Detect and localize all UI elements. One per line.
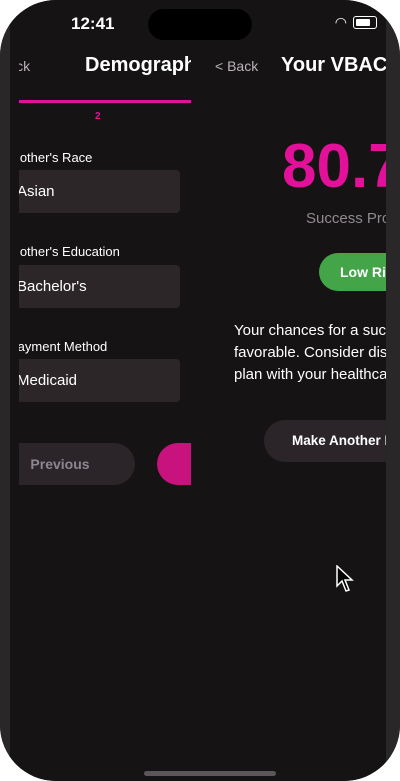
- status-icons: ◠: [335, 14, 377, 31]
- status-bar: 12:41 ◠: [9, 0, 391, 46]
- home-indicator[interactable]: [144, 771, 276, 776]
- risk-badge: Low Risk: [319, 253, 391, 291]
- race-label: Mother's Race: [19, 150, 93, 165]
- bezel-right: [386, 0, 400, 781]
- back-button[interactable]: < Back: [215, 58, 258, 74]
- success-percentage: 80.7%: [282, 132, 391, 201]
- back-button[interactable]: Back: [19, 58, 30, 74]
- education-label: Mother's Education: [19, 244, 120, 259]
- battery-icon: [353, 16, 377, 29]
- next-button[interactable]: [157, 443, 191, 485]
- status-time: 12:41: [71, 14, 115, 33]
- result-message-line: Your chances for a successful VBAC are: [234, 322, 391, 339]
- result-message-line: favorable. Consider discussing a birth: [234, 344, 391, 361]
- progress-fill: [19, 100, 191, 103]
- result-message-line: plan with your healthcare provider.: [234, 366, 391, 383]
- screen: 12:41 ◠ Back Demographics 2 3 Mother's R…: [9, 0, 391, 781]
- dynamic-island: [148, 9, 252, 40]
- step-indicator-2: 2: [95, 111, 101, 122]
- demographics-content: Back Demographics 2 3 Mother's Race Asia…: [19, 46, 191, 781]
- results-screen: < Back Your VBAC Results 80.7% Success P…: [200, 46, 391, 781]
- bezel-left: [0, 0, 10, 781]
- payment-method-select[interactable]: Medicaid: [19, 359, 180, 402]
- success-caption: Success Probability: [306, 210, 391, 227]
- make-another-prediction-button[interactable]: Make Another Prediction: [264, 420, 391, 462]
- payment-method-label: Payment Method: [19, 339, 108, 354]
- page-title: Your VBAC Results: [281, 54, 391, 76]
- result-message: Your chances for a successful VBAC are f…: [234, 320, 391, 386]
- phone-frame: 12:41 ◠ Back Demographics 2 3 Mother's R…: [0, 0, 400, 781]
- demographics-screen: Back Demographics 2 3 Mother's Race Asia…: [19, 46, 191, 781]
- education-select[interactable]: Bachelor's: [19, 265, 180, 308]
- mouse-cursor-icon: [336, 565, 354, 592]
- page-title: Demographics: [85, 54, 191, 76]
- previous-button[interactable]: Previous: [19, 443, 135, 485]
- race-select[interactable]: Asian: [19, 170, 180, 213]
- wifi-icon: ◠: [334, 14, 347, 30]
